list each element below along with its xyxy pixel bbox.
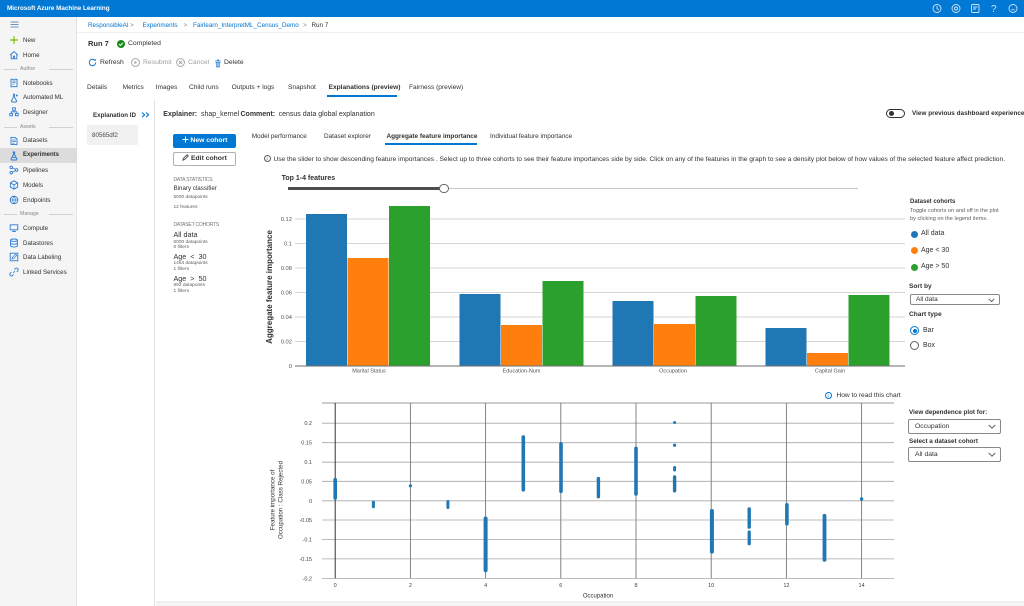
svg-text:-0.1: -0.1 bbox=[303, 537, 312, 543]
svg-text:0.15: 0.15 bbox=[301, 441, 312, 447]
svg-text:Capital Gain: Capital Gain bbox=[815, 369, 845, 375]
svg-text:12: 12 bbox=[783, 583, 789, 589]
svg-text:0.06: 0.06 bbox=[281, 291, 292, 297]
svg-text:2: 2 bbox=[409, 583, 412, 589]
svg-text:6: 6 bbox=[559, 583, 562, 589]
svg-text:-0.2: -0.2 bbox=[303, 576, 312, 582]
svg-text:Occupation : Class Rejected: Occupation : Class Rejected bbox=[278, 460, 285, 539]
svg-text:0.12: 0.12 bbox=[281, 217, 292, 223]
svg-text:14: 14 bbox=[859, 583, 865, 589]
svg-text:10: 10 bbox=[708, 583, 714, 589]
svg-text:Occupation: Occupation bbox=[583, 594, 613, 600]
svg-text:?: ? bbox=[991, 4, 997, 14]
svg-text:0.2: 0.2 bbox=[304, 421, 312, 427]
svg-text:0.1: 0.1 bbox=[284, 242, 292, 248]
svg-text:4: 4 bbox=[484, 583, 487, 589]
svg-text:Feature importance of: Feature importance of bbox=[270, 469, 277, 530]
svg-text:0.1: 0.1 bbox=[304, 460, 312, 466]
svg-text:0: 0 bbox=[334, 583, 337, 589]
svg-text:0: 0 bbox=[289, 364, 292, 370]
svg-text:0: 0 bbox=[309, 499, 312, 505]
svg-text:-0.15: -0.15 bbox=[299, 557, 312, 563]
svg-text:Aggregate feature importance: Aggregate feature importance bbox=[265, 230, 274, 344]
svg-text:0.08: 0.08 bbox=[281, 266, 292, 272]
svg-text:0.05: 0.05 bbox=[301, 479, 312, 485]
svg-text:8: 8 bbox=[634, 583, 637, 589]
svg-text:Education-Num: Education-Num bbox=[503, 369, 541, 375]
svg-text:Marital Status: Marital Status bbox=[352, 369, 386, 375]
svg-text:Occupation: Occupation bbox=[659, 369, 687, 375]
svg-text:0.02: 0.02 bbox=[281, 340, 292, 346]
svg-text:0.04: 0.04 bbox=[281, 315, 293, 321]
svg-text:-0.05: -0.05 bbox=[299, 518, 312, 524]
